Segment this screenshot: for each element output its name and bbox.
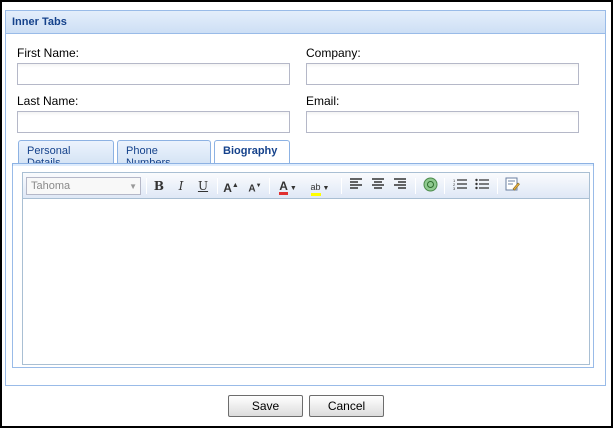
bold-icon[interactable]: B bbox=[149, 177, 169, 195]
email-field[interactable] bbox=[306, 111, 579, 133]
tab-biography[interactable]: Biography bbox=[214, 140, 290, 164]
company-field[interactable] bbox=[306, 63, 579, 85]
toolbar-separator bbox=[415, 178, 416, 194]
highlight-color-icon[interactable]: ab ▼ bbox=[306, 177, 334, 196]
underline-icon[interactable]: U bbox=[193, 177, 213, 195]
align-right-icon[interactable] bbox=[390, 177, 410, 195]
editor-content-area[interactable] bbox=[23, 200, 589, 364]
last-name-field[interactable] bbox=[17, 111, 290, 133]
font-family-select[interactable]: Tahoma ▼ bbox=[26, 177, 141, 195]
svg-text:3: 3 bbox=[453, 186, 456, 190]
cancel-button[interactable]: Cancel bbox=[309, 395, 384, 417]
toolbar-separator bbox=[269, 178, 270, 194]
font-family-value: Tahoma bbox=[31, 180, 71, 192]
first-name-field[interactable] bbox=[17, 63, 290, 85]
tab-phone-numbers[interactable]: Phone Numbers bbox=[117, 140, 211, 169]
font-color-icon[interactable]: A ▼ bbox=[275, 177, 301, 195]
toolbar-separator bbox=[497, 178, 498, 194]
align-left-icon[interactable] bbox=[346, 177, 366, 195]
email-label: Email: bbox=[306, 94, 340, 108]
toolbar-separator bbox=[444, 178, 445, 194]
editor-toolbar: Tahoma ▼ B I U A▲ A▼ A ▼ ab ▼ 1 2 3 bbox=[23, 173, 589, 199]
align-center-icon[interactable] bbox=[368, 177, 388, 195]
toolbar-separator bbox=[146, 178, 147, 194]
ordered-list-icon[interactable]: 123 bbox=[450, 177, 470, 195]
toolbar-separator bbox=[341, 178, 342, 194]
company-label: Company: bbox=[306, 46, 361, 60]
insert-link-icon[interactable] bbox=[420, 177, 440, 195]
toolbar-separator bbox=[217, 178, 218, 194]
first-name-label: First Name: bbox=[17, 46, 80, 60]
shrink-font-icon[interactable]: A▼ bbox=[245, 177, 265, 195]
save-button[interactable]: Save bbox=[228, 395, 303, 417]
unordered-list-icon[interactable] bbox=[472, 177, 492, 195]
chevron-down-icon: ▼ bbox=[129, 182, 137, 191]
grow-font-icon[interactable]: A▲ bbox=[221, 177, 241, 195]
italic-icon[interactable]: I bbox=[171, 177, 191, 195]
tab-personal-details[interactable]: Personal Details bbox=[18, 140, 114, 169]
html-editor: Tahoma ▼ B I U A▲ A▼ A ▼ ab ▼ 1 2 3 bbox=[22, 172, 590, 365]
panel-title: Inner Tabs bbox=[6, 11, 605, 34]
source-edit-icon[interactable] bbox=[502, 177, 522, 195]
last-name-label: Last Name: bbox=[17, 94, 79, 108]
